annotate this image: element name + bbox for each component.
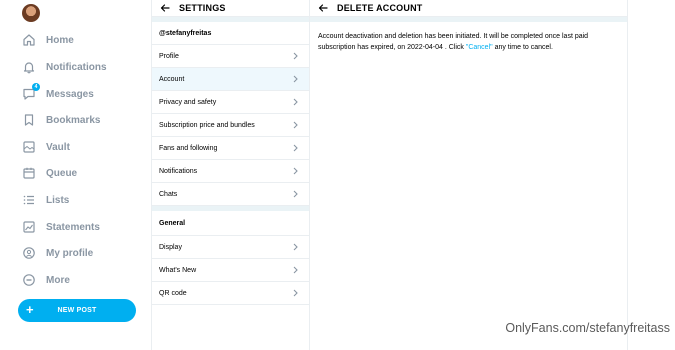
settings-item-label: What's New xyxy=(159,266,197,274)
nav-item-vault[interactable]: Vault xyxy=(22,137,70,157)
main-navigation: Home Notifications 4 Messages Bookmarks … xyxy=(0,0,151,350)
nav-item-statements[interactable]: Statements xyxy=(22,217,100,237)
settings-item-label: Display xyxy=(159,243,182,251)
settings-item-notifications[interactable]: Notifications xyxy=(152,160,309,183)
nav-item-bookmarks[interactable]: Bookmarks xyxy=(22,110,100,130)
chevron-right-icon xyxy=(292,243,299,251)
nav-label-my-profile: My profile xyxy=(46,247,94,259)
settings-item-display[interactable]: Display xyxy=(152,236,309,259)
chevron-right-icon xyxy=(292,121,299,129)
nav-label-bookmarks: Bookmarks xyxy=(46,114,101,126)
nav-label-notifications: Notifications xyxy=(46,61,107,73)
avatar[interactable] xyxy=(22,4,40,22)
nav-label-lists: Lists xyxy=(46,194,70,206)
list-icon xyxy=(22,193,36,207)
settings-username: @stefanyfreitas xyxy=(152,22,309,45)
nav-item-queue[interactable]: Queue xyxy=(22,163,77,183)
settings-item-account[interactable]: Account xyxy=(152,68,309,91)
settings-item-privacy[interactable]: Privacy and safety xyxy=(152,91,309,114)
more-icon xyxy=(22,273,36,287)
settings-item-label: Chats xyxy=(159,190,178,198)
calendar-icon xyxy=(22,166,36,180)
settings-item-label: Privacy and safety xyxy=(159,98,217,106)
nav-label-statements: Statements xyxy=(46,221,100,233)
nav-item-notifications[interactable]: Notifications xyxy=(22,57,107,77)
delete-account-panel: DELETE ACCOUNT Account deactivation and … xyxy=(310,0,628,350)
chevron-right-icon xyxy=(292,98,299,106)
nav-label-vault: Vault xyxy=(46,141,70,153)
settings-item-label: Subscription price and bundles xyxy=(159,121,255,129)
profile-icon xyxy=(22,246,36,260)
nav-label-messages: Messages xyxy=(46,88,94,100)
chevron-right-icon xyxy=(292,190,299,198)
chevron-right-icon xyxy=(292,75,299,83)
nav-item-my-profile[interactable]: My profile xyxy=(22,243,93,263)
settings-item-qr-code[interactable]: QR code xyxy=(152,282,309,305)
message-icon: 4 xyxy=(22,83,40,101)
deletion-notice: Account deactivation and deletion has be… xyxy=(310,22,627,53)
settings-item-chats[interactable]: Chats xyxy=(152,183,309,206)
chevron-right-icon xyxy=(292,144,299,152)
nav-label-queue: Queue xyxy=(46,167,78,179)
settings-item-label: Profile xyxy=(159,52,179,60)
settings-item-label: Account xyxy=(159,75,185,83)
chart-icon xyxy=(22,220,36,234)
vault-icon xyxy=(22,140,36,154)
bell-icon xyxy=(22,60,36,74)
settings-item-subscription[interactable]: Subscription price and bundles xyxy=(152,114,309,137)
nav-label-home: Home xyxy=(46,34,74,46)
nav-item-messages[interactable]: 4 Messages xyxy=(22,83,94,104)
settings-panel: SETTINGS @stefanyfreitas Profile Account… xyxy=(151,0,310,350)
settings-item-profile[interactable]: Profile xyxy=(152,45,309,68)
nav-label-more: More xyxy=(46,274,70,286)
nav-item-more[interactable]: More xyxy=(22,270,70,290)
new-post-button[interactable]: + NEW POST xyxy=(18,299,136,322)
bookmark-icon xyxy=(22,113,36,127)
chevron-right-icon xyxy=(292,289,299,297)
settings-item-label: QR code xyxy=(159,289,187,297)
chevron-right-icon xyxy=(292,266,299,274)
back-arrow-icon[interactable] xyxy=(317,2,329,14)
settings-section-general: General xyxy=(152,211,309,236)
delete-account-title: DELETE ACCOUNT xyxy=(337,3,423,13)
messages-badge: 4 xyxy=(32,83,40,91)
back-arrow-icon[interactable] xyxy=(159,2,171,14)
nav-item-home[interactable]: Home xyxy=(22,30,74,50)
deletion-notice-text-end: any time to cancel. xyxy=(492,44,553,51)
delete-account-header: DELETE ACCOUNT xyxy=(310,0,627,17)
watermark: OnlyFans.com/stefanyfreitass xyxy=(505,321,670,335)
settings-title: SETTINGS xyxy=(179,3,226,13)
settings-item-label: Fans and following xyxy=(159,144,218,152)
nav-item-lists[interactable]: Lists xyxy=(22,190,69,210)
chevron-right-icon xyxy=(292,52,299,60)
settings-item-label: Notifications xyxy=(159,167,198,175)
cancel-link[interactable]: "Cancel" xyxy=(466,44,493,51)
settings-item-whats-new[interactable]: What's New xyxy=(152,259,309,282)
settings-header: SETTINGS xyxy=(152,0,309,17)
new-post-label: NEW POST xyxy=(57,307,97,314)
settings-item-fans[interactable]: Fans and following xyxy=(152,137,309,160)
chevron-right-icon xyxy=(292,167,299,175)
home-icon xyxy=(22,33,36,47)
